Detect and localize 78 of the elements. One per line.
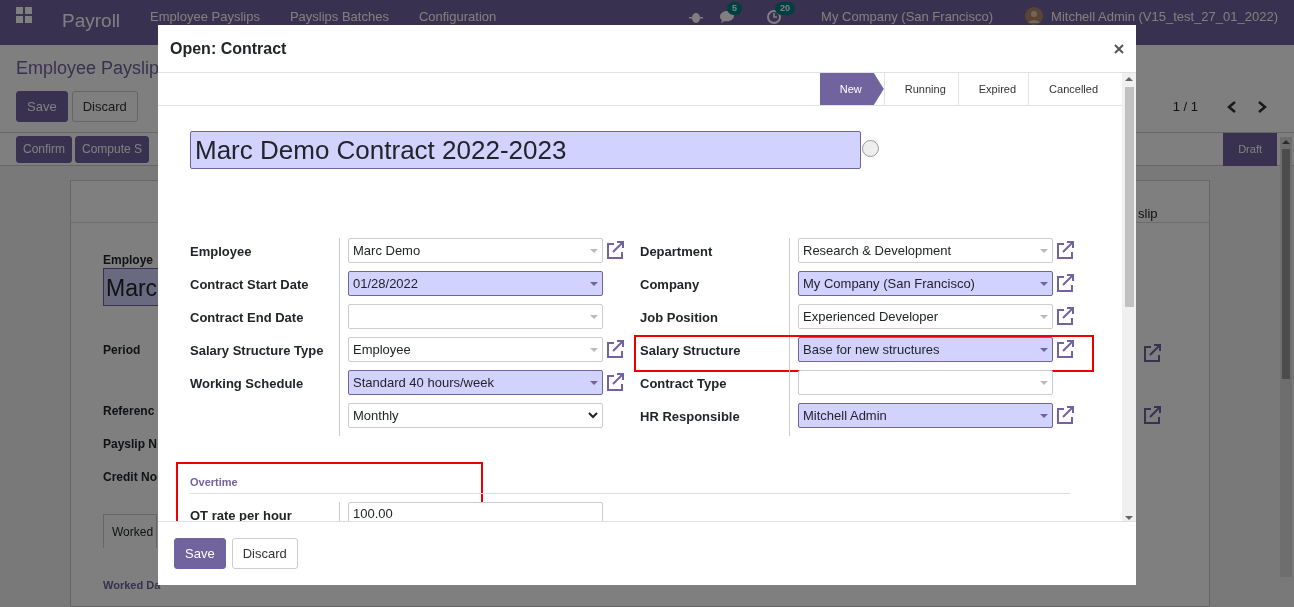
external-link-icon[interactable] — [1055, 339, 1075, 359]
clock-icon[interactable] — [767, 9, 782, 24]
field-label: Salary Structure — [640, 343, 741, 358]
field-label: Contract End Date — [190, 310, 304, 325]
external-link-icon[interactable] — [1142, 343, 1162, 363]
external-link-icon[interactable] — [1055, 273, 1075, 293]
caret-icon — [590, 314, 598, 319]
save-button[interactable]: Save — [174, 538, 226, 569]
external-link-icon[interactable] — [1055, 240, 1075, 260]
caret-icon — [1040, 248, 1048, 253]
close-icon[interactable] — [1114, 43, 1124, 54]
select-field[interactable]: My Company (San Francisco) — [798, 271, 1053, 296]
section-title: Worked Da — [103, 578, 161, 593]
name-field[interactable]: Marc — [103, 268, 161, 306]
select-field[interactable]: Research & Development — [798, 238, 1053, 263]
field-label: Period — [103, 342, 141, 359]
external-link-icon[interactable] — [1055, 306, 1075, 326]
chevron-down-icon — [588, 411, 598, 420]
scrollbar[interactable] — [1122, 73, 1136, 521]
caret-icon — [1040, 380, 1048, 385]
select-field[interactable]: Marc Demo — [348, 238, 603, 263]
field-label: Credit No — [103, 469, 157, 486]
select-field[interactable] — [798, 370, 1053, 395]
caret-icon — [1040, 413, 1048, 418]
number-field[interactable]: 100.00 — [348, 501, 603, 521]
message-count-badge: 5 — [727, 1, 743, 15]
field-label: Employe — [103, 252, 153, 269]
external-link-icon[interactable] — [605, 372, 625, 392]
avatar-icon[interactable] — [1025, 6, 1044, 25]
select-field[interactable]: Mitchell Admin — [798, 403, 1053, 428]
field-label: Job Position — [640, 310, 718, 325]
field-label: Department — [640, 244, 713, 259]
status-stage[interactable]: New — [819, 73, 884, 105]
dialog-title: Open: Contract — [170, 38, 287, 59]
status-stage[interactable]: Running — [883, 73, 958, 105]
contract-name-field[interactable]: Marc Demo Contract 2022-2023 — [190, 131, 861, 169]
field-label: Payslip N — [103, 436, 158, 453]
field-label: Working Schedule — [190, 376, 304, 391]
caret-icon — [590, 248, 598, 253]
select-field[interactable]: Employee — [348, 337, 603, 362]
caret-icon — [1040, 281, 1048, 286]
field-label: Salary Structure Type — [190, 343, 324, 358]
select-field[interactable]: 01/28/2022 — [348, 271, 603, 296]
pager-value: 1 / 1 — [1172, 97, 1198, 116]
discard-button[interactable]: Discard — [231, 538, 298, 569]
field-label: HR Responsible — [640, 409, 740, 424]
caret-icon — [590, 281, 598, 286]
field-label: Contract Start Date — [190, 277, 309, 292]
status-stage[interactable]: Cancelled — [1028, 73, 1110, 105]
scrollbar[interactable] — [1280, 137, 1292, 577]
field-label: Referenc — [103, 403, 155, 420]
caret-icon — [1040, 314, 1048, 319]
caret-icon — [1040, 347, 1048, 352]
select-field[interactable]: Experienced Developer — [798, 304, 1053, 329]
chevron-left-icon[interactable] — [1226, 99, 1238, 114]
field-label: Employee — [190, 244, 252, 259]
chevron-right-icon[interactable] — [1256, 99, 1268, 114]
caret-icon — [590, 347, 598, 352]
tab[interactable]: Worked — [103, 514, 157, 548]
section-title: Overtime — [190, 474, 1070, 494]
field-label: Company — [640, 277, 700, 292]
discard-button[interactable]: Discard — [71, 91, 138, 122]
dropdown-field[interactable]: Monthly — [348, 403, 603, 428]
field-label: Contract Type — [640, 376, 727, 391]
external-link-icon[interactable] — [605, 240, 625, 260]
priority-toggle[interactable] — [862, 140, 879, 157]
external-link-icon[interactable] — [1142, 405, 1162, 425]
activity-count-badge: 20 — [775, 1, 796, 15]
tab-label[interactable]: slip — [1138, 204, 1158, 224]
select-field[interactable]: Base for new structures — [798, 337, 1053, 362]
select-field[interactable]: Standard 40 hours/week — [348, 370, 603, 395]
external-link-icon[interactable] — [1055, 405, 1075, 425]
select-field[interactable] — [348, 304, 603, 329]
external-link-icon[interactable] — [605, 339, 625, 359]
caret-icon — [590, 380, 598, 385]
breadcrumb: Employee Payslip — [16, 57, 160, 80]
apps-menu-icon[interactable] — [16, 7, 32, 23]
status-stage[interactable]: Expired — [957, 73, 1029, 105]
